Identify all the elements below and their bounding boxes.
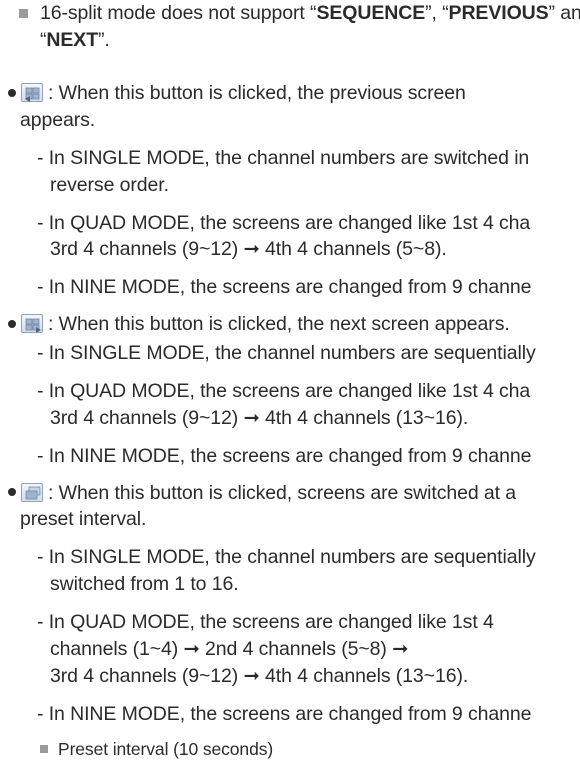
previous-single-line-1: - In SINGLE MODE, the channel numbers ar… [37, 146, 530, 169]
next-keyword: NEXT [46, 28, 99, 51]
sequence-screen-icon [21, 482, 43, 502]
sequence-desc-line-2: preset interval. [20, 508, 147, 531]
previous-nine-line-1: - In NINE MODE, the screens are changed … [37, 276, 532, 299]
previous-screen-icon [21, 83, 43, 103]
sequence-quad-line-1: - In QUAD MODE, the screens are changed … [37, 611, 494, 634]
next-quad-line-1: - In QUAD MODE, the screens are changed … [37, 379, 531, 402]
previous-desc-line-1: : When this button is clicked, the previ… [48, 82, 466, 105]
note-text: ”, “ [425, 1, 449, 24]
bullet [8, 88, 16, 97]
note-text: 16-split mode does not support “ [40, 1, 317, 24]
next-screen-icon [21, 314, 43, 334]
previous-single-line-2: reverse order. [50, 173, 169, 196]
next-quad-line-2: 3rd 4 channels (9~12) ➞ 4th 4 channels (… [50, 406, 469, 429]
previous-quad-line-1: - In QUAD MODE, the screens are changed … [37, 211, 531, 234]
previous-desc-line-2: appears. [20, 109, 96, 132]
bullet [8, 488, 16, 497]
previous-quad-line-2: 3rd 4 channels (9~12) ➞ 4th 4 channels (… [50, 238, 447, 261]
note-line-2: “NEXT”. [40, 29, 110, 51]
sequence-single-line-2: switched from 1 to 16. [50, 573, 239, 596]
preset-square-marker [40, 745, 48, 754]
preset-interval-note: Preset interval (10 seconds) [58, 738, 274, 759]
note-square-marker [19, 9, 28, 19]
next-desc-line-1: : When this button is clicked, the next … [48, 313, 510, 336]
bullet [8, 319, 16, 328]
next-nine-line-1: - In NINE MODE, the screens are changed … [37, 444, 532, 467]
sequence-desc-line-1: : When this button is clicked, screens a… [48, 481, 517, 504]
note-line-1: 16-split mode does not support “SEQUENCE… [40, 2, 580, 24]
next-single-line-1: - In SINGLE MODE, the channel numbers ar… [37, 342, 536, 365]
sequence-quad-line-3: 3rd 4 channels (9~12) ➞ 4th 4 channels (… [50, 664, 469, 687]
sequence-single-line-1: - In SINGLE MODE, the channel numbers ar… [37, 546, 536, 569]
note-text: ”. [98, 28, 110, 51]
sequence-keyword: SEQUENCE [316, 1, 426, 24]
sequence-quad-line-2: channels (1~4) ➞ 2nd 4 channels (5~8) ➞ [50, 637, 409, 660]
note-text: ” and [548, 1, 580, 24]
sequence-nine-line-1: - In NINE MODE, the screens are changed … [37, 702, 532, 725]
manual-page: 16-split mode does not support “SEQUENCE… [0, 0, 580, 765]
previous-keyword: PREVIOUS [448, 1, 549, 24]
